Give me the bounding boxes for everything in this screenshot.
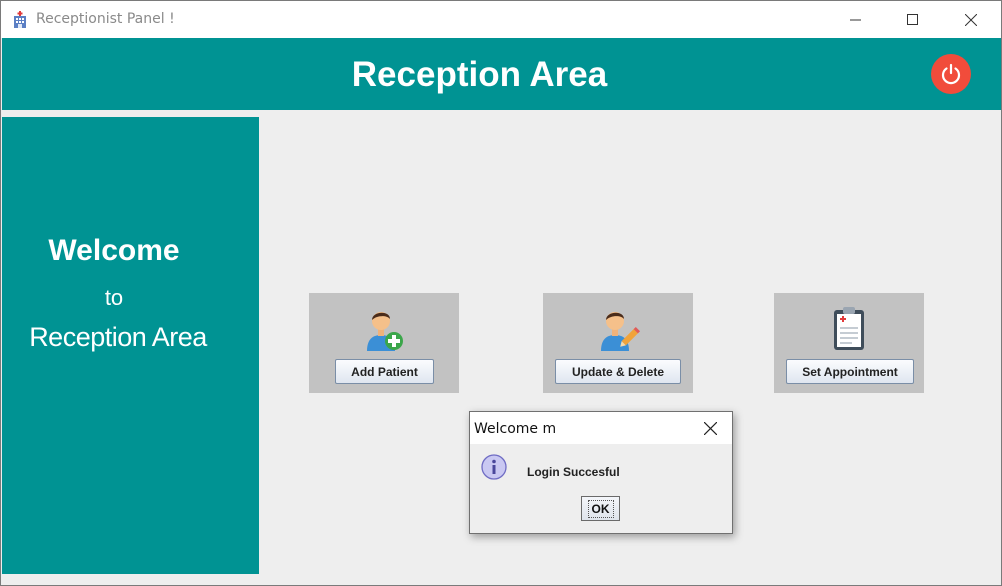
- dialog-close-button[interactable]: [698, 418, 722, 438]
- add-patient-button[interactable]: Add Patient: [335, 359, 434, 384]
- dialog-title-bar: Welcome m: [470, 412, 732, 444]
- power-icon: [941, 63, 961, 85]
- logout-power-button[interactable]: [931, 54, 971, 94]
- info-icon: [481, 454, 507, 480]
- maximize-button[interactable]: [884, 1, 942, 38]
- ok-button[interactable]: OK: [581, 496, 620, 521]
- hospital-app-icon: [14, 11, 26, 28]
- update-delete-button[interactable]: Update & Delete: [555, 359, 681, 384]
- welcome-heading: Welcome: [48, 234, 180, 267]
- set-appointment-card: Set Appointment: [774, 293, 924, 393]
- ok-label: OK: [587, 499, 614, 518]
- close-icon: [965, 13, 977, 26]
- add-patient-icon: [367, 312, 403, 351]
- minimize-icon: [850, 19, 861, 20]
- minimize-button[interactable]: [827, 1, 885, 38]
- close-icon: [703, 421, 717, 435]
- page-title: Reception Area: [351, 55, 608, 94]
- title-bar: Receptionist Panel !: [1, 1, 1001, 38]
- update-delete-card: Update & Delete: [543, 293, 693, 393]
- app-window: Receptionist Panel ! Reception Area Welc…: [0, 0, 1002, 586]
- edit-patient-icon: [601, 312, 641, 351]
- welcome-dialog: Welcome m Login Succesful OK: [469, 411, 733, 534]
- dialog-title: Welcome m: [474, 421, 557, 437]
- welcome-area-text: Reception Area: [29, 322, 207, 352]
- add-patient-card: Add Patient: [309, 293, 459, 393]
- set-appointment-button[interactable]: Set Appointment: [786, 359, 914, 384]
- close-window-button[interactable]: [942, 1, 1000, 38]
- window-title: Receptionist Panel !: [36, 11, 175, 27]
- clipboard-icon: [834, 307, 864, 350]
- dialog-message: Login Succesful: [527, 465, 620, 479]
- maximize-icon: [907, 13, 918, 25]
- welcome-to-text: to: [104, 285, 124, 310]
- header-banner: Reception Area: [2, 38, 1001, 110]
- welcome-sidebar: Welcome to Reception Area: [2, 117, 259, 574]
